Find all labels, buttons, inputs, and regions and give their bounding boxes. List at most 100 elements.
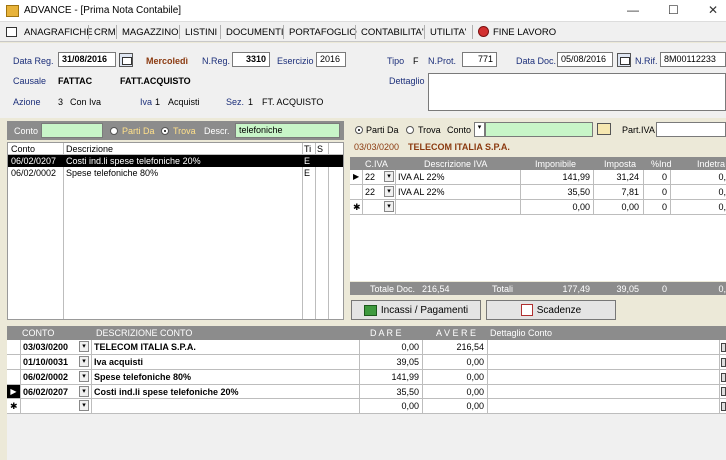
nreg-field[interactable]: 3310 <box>232 52 270 67</box>
dettaglio-textarea[interactable] <box>428 73 726 111</box>
row-indetra[interactable]: 0, <box>673 172 726 182</box>
data-reg-label: Data Reg. <box>13 56 54 66</box>
trash-icon[interactable] <box>721 343 726 352</box>
partiva-input[interactable] <box>656 122 726 137</box>
maximize-icon[interactable]: ☐ <box>668 3 679 17</box>
row-indetra[interactable]: 0, <box>673 187 726 197</box>
table-row[interactable]: ▶ 22 ▾ IVA AL 22% 141,99 31,24 0 0, <box>350 170 726 184</box>
dropdown-arrow-icon[interactable]: ▾ <box>79 356 89 367</box>
new-row-marker: ✱ <box>353 202 361 212</box>
incassi-pagamenti-button[interactable]: Incassi / Pagamenti <box>351 300 481 320</box>
table-row[interactable]: 06/02/0002 ▾ Spese telefoniche 80% 141,9… <box>7 370 726 384</box>
nrif-field[interactable]: 8M00112233 <box>660 52 726 67</box>
menu-anagrafiche[interactable]: ANAGRAFICHE <box>24 27 93 38</box>
exit-icon[interactable] <box>478 26 489 37</box>
row-dare[interactable]: 0,00 <box>359 401 419 411</box>
menu-magazzino[interactable]: MAGAZZINO <box>122 27 178 38</box>
menu-fine-lavoro[interactable]: FINE LAVORO <box>493 27 556 38</box>
table-row[interactable]: 03/03/0200 ▾ TELECOM ITALIA S.P.A. 0,00 … <box>7 340 726 354</box>
dropdown-arrow-icon[interactable]: ▾ <box>79 400 89 411</box>
data-reg-field[interactable]: 31/08/2016 <box>58 52 116 67</box>
nprot-field[interactable]: 771 <box>462 52 497 67</box>
row-imposta[interactable]: 31,24 <box>596 172 639 182</box>
row-imposta[interactable]: 0,00 <box>596 202 639 212</box>
table-row[interactable]: 01/10/0031 ▾ Iva acquisti 39,05 0,00 <box>7 355 726 369</box>
menu-contabilita[interactable]: CONTABILITA' <box>361 27 424 38</box>
incassi-label: Incassi / Pagamenti <box>380 304 469 316</box>
row-dare[interactable]: 0,00 <box>359 342 419 352</box>
row-civa[interactable]: 22 <box>365 187 375 197</box>
table-row[interactable]: ▶ 06/02/0207 ▾ Costi ind.li spese telefo… <box>7 385 726 398</box>
search-conto-input[interactable] <box>41 123 103 138</box>
dropdown-arrow-icon[interactable]: ▾ <box>79 341 89 352</box>
dropdown-arrow-icon[interactable]: ▾ <box>79 371 89 382</box>
menu-documenti[interactable]: DOCUMENTI <box>226 27 284 38</box>
table-row[interactable]: 06/02/0002 Spese telefoniche 80% E <box>8 167 343 179</box>
table-row[interactable]: 22 ▾ IVA AL 22% 35,50 7,81 0 0, <box>350 185 726 199</box>
minimize-icon[interactable]: — <box>627 3 639 17</box>
row-conto[interactable]: 01/10/0031 <box>23 357 68 367</box>
tipo-label: Tipo <box>387 56 405 66</box>
row-ind[interactable]: 0 <box>646 187 667 197</box>
row-dare[interactable]: 35,50 <box>359 387 419 397</box>
row-avere[interactable]: 0,00 <box>422 401 484 411</box>
folder-icon[interactable] <box>597 123 611 135</box>
menu-listini[interactable]: LISTINI <box>185 27 217 38</box>
row-avere[interactable]: 0,00 <box>422 387 484 397</box>
nrif-label: N.Rif. <box>635 56 658 66</box>
dropdown-arrow-icon[interactable]: ▾ <box>79 386 89 397</box>
iva-radio-trova[interactable] <box>406 126 414 134</box>
table-row[interactable]: ✱ ▾ 0,00 0,00 0 0, <box>350 200 726 214</box>
row-avere[interactable]: 216,54 <box>422 342 484 352</box>
iva-code: 1 <box>155 97 161 107</box>
conto-dropdown-icon[interactable]: ▾ <box>474 122 485 137</box>
dropdown-arrow-icon[interactable]: ▾ <box>384 186 394 197</box>
iva-conto-input[interactable] <box>485 122 593 137</box>
dropdown-arrow-icon[interactable]: ▾ <box>384 201 394 212</box>
totali-label: Totali <box>492 284 514 294</box>
trash-icon[interactable] <box>721 373 726 382</box>
esercizio-field[interactable]: 2016 <box>316 52 346 67</box>
iva-radio-parti-da[interactable] <box>355 126 363 134</box>
tot-imponibile: 177,49 <box>562 284 590 294</box>
row-indetra[interactable]: 0, <box>673 202 726 212</box>
calendar-icon[interactable] <box>617 53 631 67</box>
trash-icon[interactable] <box>721 402 726 411</box>
row-avere[interactable]: 0,00 <box>422 372 484 382</box>
row-desc: TELECOM ITALIA S.P.A. <box>94 342 196 352</box>
close-icon[interactable]: ✕ <box>708 3 718 17</box>
menu-portafoglio[interactable]: PORTAFOGLIO <box>289 27 357 38</box>
totale-doc-label: Totale Doc. <box>370 284 416 294</box>
table-row[interactable]: 06/02/0207 Costi ind.li spese telefonich… <box>8 155 343 167</box>
weekday-label: Mercoledì <box>146 56 189 66</box>
row-ind[interactable]: 0 <box>646 172 667 182</box>
row-conto[interactable]: 03/03/0200 <box>23 342 68 352</box>
row-civa[interactable]: 22 <box>365 172 375 182</box>
row-conto[interactable]: 06/02/0002 <box>23 372 68 382</box>
row-imponibile[interactable]: 35,50 <box>525 187 590 197</box>
table-row[interactable]: ✱ ▾ 0,00 0,00 <box>7 399 726 413</box>
row-dare[interactable]: 39,05 <box>359 357 419 367</box>
trash-icon[interactable] <box>721 358 726 367</box>
descr-input[interactable]: telefoniche <box>235 123 340 138</box>
nprot-label: N.Prot. <box>428 56 457 66</box>
row-avere[interactable]: 0,00 <box>422 357 484 367</box>
data-doc-field[interactable]: 05/08/2016 <box>557 52 613 67</box>
trash-icon[interactable] <box>721 387 726 396</box>
dropdown-arrow-icon[interactable]: ▾ <box>384 171 394 182</box>
row-conto[interactable]: 06/02/0207 <box>23 387 68 397</box>
menu-utilita[interactable]: UTILITA' <box>430 27 466 38</box>
supplier-code: 03/03/0200 <box>354 142 400 152</box>
radio-trova[interactable] <box>161 127 169 135</box>
row-imposta[interactable]: 7,81 <box>596 187 639 197</box>
scadenze-button[interactable]: Scadenze <box>486 300 616 320</box>
row-imponibile[interactable]: 141,99 <box>525 172 590 182</box>
row-ind[interactable]: 0 <box>646 202 667 212</box>
row-imponibile[interactable]: 0,00 <box>525 202 590 212</box>
radio-parti-da[interactable] <box>110 127 118 135</box>
calendar-icon[interactable] <box>119 53 133 67</box>
causale-label: Causale <box>13 76 47 86</box>
supplier-name: TELECOM ITALIA S.P.A. <box>408 142 510 152</box>
row-dare[interactable]: 141,99 <box>359 372 419 382</box>
menu-crm[interactable]: CRM <box>94 27 116 38</box>
